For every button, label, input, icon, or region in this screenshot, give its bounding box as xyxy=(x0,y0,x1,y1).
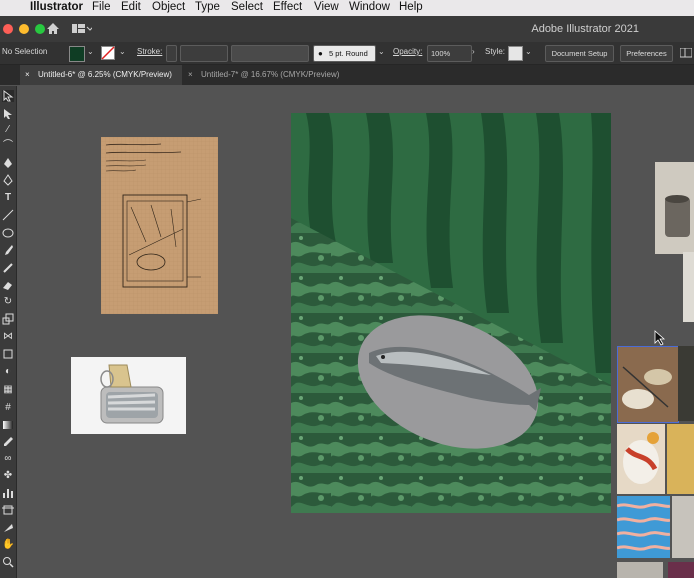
lasso-tool-icon[interactable]: ⌒ xyxy=(2,140,14,152)
mesh-tool-icon[interactable]: # xyxy=(2,402,14,414)
menu-object[interactable]: Object xyxy=(152,1,185,13)
pottery-graphic xyxy=(665,195,690,237)
style-label: Style: xyxy=(485,47,506,56)
perspective-grid-tool-icon[interactable]: ▦ xyxy=(2,384,14,396)
opacity-field[interactable]: 100% xyxy=(427,45,472,62)
shape-builder-tool-icon[interactable]: ◐ xyxy=(2,366,14,378)
food-photo-partial[interactable] xyxy=(678,346,694,421)
variable-width-profile[interactable] xyxy=(231,45,309,62)
style-dropdown-chevron-icon[interactable]: ⌄ xyxy=(525,47,532,56)
workspace-switcher-icon[interactable] xyxy=(72,24,92,34)
rotate-tool-icon[interactable]: ↻ xyxy=(2,296,14,308)
document-setup-button[interactable]: Document Setup xyxy=(545,45,614,62)
artboard-illustration xyxy=(291,113,611,513)
brush-dot-icon: ● xyxy=(318,49,323,58)
magic-wand-tool-icon[interactable]: ⁄ xyxy=(2,124,14,136)
app-title: Adobe Illustrator 2021 xyxy=(531,23,639,35)
ellipse-tool-icon[interactable] xyxy=(2,227,14,239)
tab-label: Untitled-7* @ 16.67% (CMYK/Preview) xyxy=(201,70,340,79)
document-tab-bar: × Untitled-6* @ 6.25% (CMYK/Preview) × U… xyxy=(0,65,694,85)
menu-bar: Illustrator File Edit Object Type Select… xyxy=(0,0,694,16)
opacity-chevron-icon[interactable]: › xyxy=(472,47,475,56)
fish-pattern-graphic xyxy=(616,503,671,551)
food-photo-partial-5[interactable] xyxy=(668,562,694,578)
control-bar: No Selection ⌄ ⌄ Stroke: ● 5 pt. Round ⌄… xyxy=(0,42,694,65)
brush-definition-dropdown[interactable]: ● 5 pt. Round xyxy=(313,45,376,62)
sardine-tin-photo[interactable] xyxy=(71,357,186,434)
pen-tool-icon[interactable] xyxy=(2,157,14,169)
slice-tool-icon[interactable] xyxy=(2,522,14,534)
tab-untitled-6[interactable]: × Untitled-6* @ 6.25% (CMYK/Preview) xyxy=(20,65,182,85)
gradient-tool-icon[interactable] xyxy=(2,419,14,431)
food-photo-partial-3[interactable] xyxy=(672,496,694,558)
food-photo-graphic xyxy=(622,366,672,409)
eraser-tool-icon[interactable] xyxy=(2,279,14,291)
artboard-tool-icon[interactable] xyxy=(2,504,14,516)
line-segment-tool-icon[interactable] xyxy=(2,209,14,221)
lobster-photo[interactable] xyxy=(617,424,665,494)
type-tool-icon[interactable]: T xyxy=(2,192,14,204)
food-photo-selected[interactable] xyxy=(617,346,679,423)
arrange-documents-icon[interactable] xyxy=(680,48,692,58)
width-tool-icon[interactable]: ⋈ xyxy=(2,331,14,343)
curvature-tool-icon[interactable] xyxy=(2,174,14,186)
menu-edit[interactable]: Edit xyxy=(121,1,141,13)
pottery-photo[interactable] xyxy=(655,162,694,254)
partial-photo[interactable] xyxy=(683,252,694,322)
blend-tool-icon[interactable]: ∞ xyxy=(2,453,14,465)
shaper-tool-icon[interactable] xyxy=(2,262,14,274)
lobster-photo-graphic xyxy=(623,432,659,484)
paintbrush-tool-icon[interactable] xyxy=(2,244,14,256)
menu-select[interactable]: Select xyxy=(231,1,263,13)
brush-definition-label: 5 pt. Round xyxy=(329,49,368,58)
preferences-button[interactable]: Preferences xyxy=(620,45,673,62)
tab-untitled-7[interactable]: × Untitled-7* @ 16.67% (CMYK/Preview) xyxy=(183,65,353,85)
stroke-label[interactable]: Stroke: xyxy=(137,47,162,56)
menu-help[interactable]: Help xyxy=(399,1,423,13)
hand-tool-icon[interactable]: ✋ xyxy=(2,539,14,551)
home-icon[interactable] xyxy=(46,22,60,35)
selection-tool-icon[interactable] xyxy=(2,90,14,102)
stroke-weight-stepper[interactable] xyxy=(166,45,177,62)
tab-label: Untitled-6* @ 6.25% (CMYK/Preview) xyxy=(38,70,172,79)
symbol-sprayer-tool-icon[interactable]: ✤ xyxy=(2,470,14,482)
stroke-weight-field[interactable] xyxy=(180,45,228,62)
food-photo-partial-2[interactable] xyxy=(667,424,694,494)
free-transform-tool-icon[interactable] xyxy=(2,348,14,360)
fish-pattern-photo[interactable] xyxy=(616,496,671,558)
close-window-button[interactable] xyxy=(3,24,13,34)
minimize-window-button[interactable] xyxy=(19,24,29,34)
brush-dropdown-chevron-icon[interactable]: ⌄ xyxy=(378,47,385,56)
direct-selection-tool-icon[interactable] xyxy=(2,108,14,120)
opacity-label[interactable]: Opacity: xyxy=(393,47,422,56)
scale-tool-icon[interactable] xyxy=(2,313,14,325)
stroke-dropdown-chevron-icon[interactable]: ⌄ xyxy=(119,47,126,56)
sketch-image[interactable] xyxy=(101,137,218,314)
menu-effect[interactable]: Effect xyxy=(273,1,302,13)
food-photo-partial-4[interactable] xyxy=(617,562,663,578)
close-icon[interactable]: × xyxy=(188,65,193,85)
mouse-cursor-icon xyxy=(654,330,666,346)
menu-view[interactable]: View xyxy=(314,1,339,13)
graphic-style-swatch[interactable] xyxy=(508,46,523,61)
menu-app-name[interactable]: Illustrator xyxy=(30,1,83,13)
close-icon[interactable]: × xyxy=(25,65,30,85)
tools-panel: ⁄ ⌒ T ↻ ⋈ ◐ ▦ # ∞ ✤ ✋ xyxy=(0,86,17,578)
zoom-tool-icon[interactable] xyxy=(2,556,14,568)
title-bar: Adobe Illustrator 2021 xyxy=(0,16,694,42)
eyedropper-tool-icon[interactable] xyxy=(2,436,14,448)
zoom-window-button[interactable] xyxy=(35,24,45,34)
fill-swatch[interactable] xyxy=(69,46,85,62)
menu-window[interactable]: Window xyxy=(349,1,390,13)
menu-file[interactable]: File xyxy=(92,1,111,13)
fill-dropdown-chevron-icon[interactable]: ⌄ xyxy=(87,47,94,56)
sardine-tin-graphic xyxy=(100,364,164,424)
pencil-sketch-drawing xyxy=(101,137,218,314)
stroke-swatch[interactable] xyxy=(101,46,115,60)
column-graph-tool-icon[interactable] xyxy=(2,487,14,499)
selection-status: No Selection xyxy=(2,47,48,56)
menu-type[interactable]: Type xyxy=(195,1,220,13)
artboard[interactable] xyxy=(291,113,611,513)
